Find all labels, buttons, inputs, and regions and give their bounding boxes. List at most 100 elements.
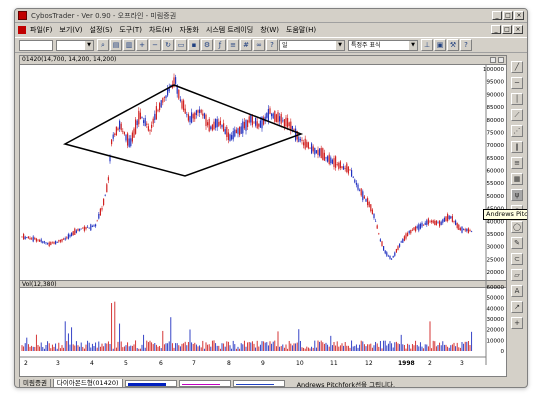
- tab-account[interactable]: 미림증권: [19, 379, 51, 387]
- color-select-1[interactable]: [124, 380, 177, 387]
- menu-window[interactable]: 창(W): [260, 25, 279, 35]
- magnet-icon[interactable]: ⊂: [511, 253, 523, 265]
- line-tool-icon[interactable]: ╱: [511, 61, 523, 73]
- menu-chart[interactable]: 차트(H): [149, 25, 173, 35]
- pin-icon[interactable]: ⊥: [421, 39, 433, 51]
- candle-body: [245, 119, 247, 131]
- candle-body: [419, 223, 421, 229]
- menu-system-trading[interactable]: 시스템 트레이딩: [206, 25, 253, 35]
- child-close-button[interactable]: ×: [513, 25, 523, 34]
- candle-body: [219, 120, 221, 125]
- close-button[interactable]: ×: [514, 11, 524, 20]
- question-icon[interactable]: ?: [460, 39, 472, 51]
- candle-body: [37, 239, 39, 241]
- zoom-out-icon[interactable]: −: [149, 39, 161, 51]
- trend-tool-icon[interactable]: ⟋: [511, 109, 523, 121]
- candle-body: [187, 114, 189, 121]
- candle-body: [258, 123, 260, 127]
- eraser-icon[interactable]: ▱: [511, 269, 523, 281]
- period-select[interactable]: 일 ▼: [279, 39, 345, 51]
- indicator-select[interactable]: 특정주 표식 ▼: [348, 39, 418, 51]
- price-chart[interactable]: 1000009500090000850008000075000700006500…: [20, 65, 506, 375]
- cross-tool-icon[interactable]: +: [511, 317, 523, 329]
- candle-body: [226, 126, 228, 138]
- help-icon[interactable]: ?: [266, 39, 278, 51]
- channel-tool-icon[interactable]: ≡: [511, 157, 523, 169]
- candle-body: [141, 116, 143, 118]
- zoom-in-icon[interactable]: +: [136, 39, 148, 51]
- chart-icon[interactable]: ▤: [110, 39, 122, 51]
- candle-body: [402, 239, 404, 243]
- chart-title: 01420(14,700, 14,200, 14,200): [20, 56, 506, 65]
- compare-icon[interactable]: ≡: [227, 39, 239, 51]
- menu-automation[interactable]: 자동화: [180, 25, 199, 35]
- ellipse-tool-icon[interactable]: ◯: [511, 221, 523, 233]
- candle-body: [443, 217, 445, 222]
- candle-body: [243, 121, 245, 129]
- candle-body: [117, 128, 119, 131]
- search-icon[interactable]: ⌕: [97, 39, 109, 51]
- refresh-icon[interactable]: ↻: [162, 39, 174, 51]
- menu-tools[interactable]: 도구(T): [119, 25, 142, 35]
- text-tool-icon[interactable]: A: [511, 285, 523, 297]
- child-minimize-button[interactable]: _: [491, 25, 501, 34]
- candle-body: [149, 130, 151, 132]
- candle-body: [407, 232, 409, 237]
- minimize-button[interactable]: _: [492, 11, 502, 20]
- candle-body: [103, 198, 105, 206]
- x-axis-label: 2: [428, 360, 432, 367]
- candle-body: [72, 231, 74, 236]
- color-select-2[interactable]: [178, 380, 231, 387]
- candle-body: [354, 179, 356, 183]
- candle-body: [271, 113, 273, 117]
- candle-icon[interactable]: ▥: [123, 39, 135, 51]
- fan-tool-icon[interactable]: ⋰: [511, 125, 523, 137]
- horizontal-line-icon[interactable]: ─: [511, 77, 523, 89]
- save-icon[interactable]: ▪: [188, 39, 200, 51]
- bars-tool-icon[interactable]: ‖: [511, 141, 523, 153]
- menu-help[interactable]: 도움말(H): [286, 25, 316, 35]
- code-select[interactable]: ▼: [56, 39, 94, 51]
- menu-view[interactable]: 보기(V): [59, 25, 82, 35]
- code-input[interactable]: [19, 39, 53, 51]
- candle-body: [341, 166, 343, 169]
- tab-diamond-chart[interactable]: 다이아몬드형(01420): [52, 379, 123, 387]
- candle-body: [85, 227, 87, 230]
- chart-close-button[interactable]: [498, 57, 504, 63]
- grid-icon[interactable]: #: [240, 39, 252, 51]
- pitchfork-icon[interactable]: ψ: [511, 189, 523, 201]
- link-icon[interactable]: ∞: [253, 39, 265, 51]
- candle-body: [197, 110, 199, 113]
- diamond-pattern-drawing[interactable]: [62, 84, 304, 177]
- child-restore-button[interactable]: □: [502, 25, 512, 34]
- candle-body: [368, 201, 370, 208]
- tools-icon[interactable]: ⚒: [447, 39, 459, 51]
- candle-body: [87, 226, 89, 228]
- print-icon[interactable]: ▭: [175, 39, 187, 51]
- candle-body: [229, 134, 231, 141]
- maximize-button[interactable]: □: [503, 11, 513, 20]
- candle-body: [439, 220, 441, 227]
- candle-body: [215, 118, 217, 128]
- candle-body: [186, 114, 188, 116]
- candle-body: [152, 118, 154, 124]
- candle-body: [413, 227, 415, 230]
- indicator-icon[interactable]: ƒ: [214, 39, 226, 51]
- menu-file[interactable]: 파일(F): [30, 25, 52, 35]
- chart-restore-button[interactable]: [490, 57, 496, 63]
- settings-icon[interactable]: ⚙: [201, 39, 213, 51]
- menu-settings[interactable]: 설정(S): [90, 25, 113, 35]
- lock-icon[interactable]: ▣: [434, 39, 446, 51]
- arrow-tool-icon[interactable]: ↗: [511, 301, 523, 313]
- vertical-line-icon[interactable]: │: [511, 93, 523, 105]
- candle-body: [343, 166, 345, 170]
- candle-body: [221, 124, 223, 128]
- candle-body: [355, 182, 357, 185]
- grid-tool-icon[interactable]: ▦: [511, 173, 523, 185]
- color-select-3[interactable]: [232, 380, 285, 387]
- candle-body: [40, 239, 42, 242]
- candle-body: [394, 252, 396, 256]
- candle-body: [111, 139, 113, 145]
- pencil-icon[interactable]: ✎: [511, 237, 523, 249]
- candle-body: [67, 234, 69, 239]
